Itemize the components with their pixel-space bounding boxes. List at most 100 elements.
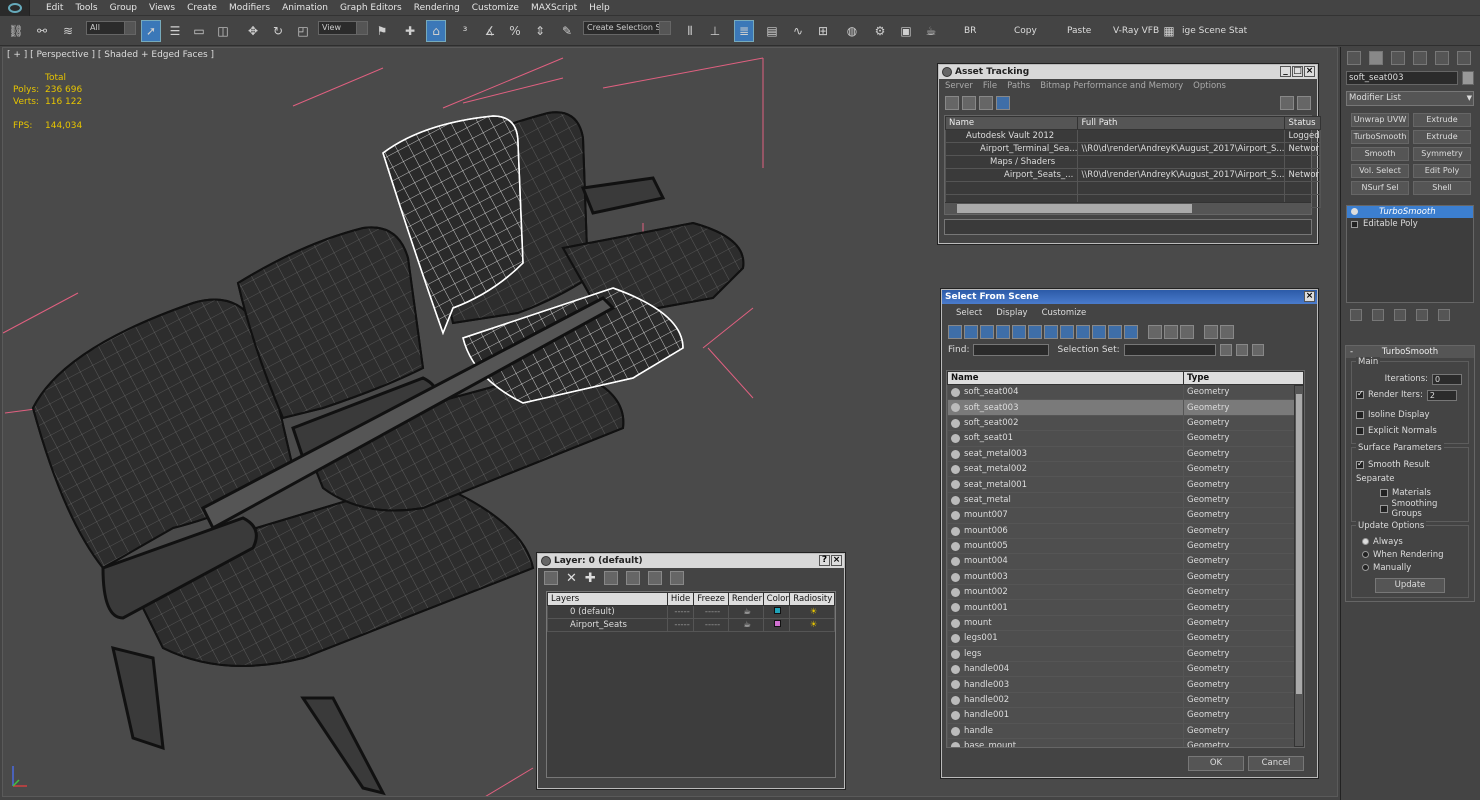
copy-button[interactable]: Copy xyxy=(1014,26,1037,36)
object-row[interactable]: handle002 Geometry xyxy=(947,691,1304,709)
layer-radiosity-cell[interactable]: ☀ xyxy=(789,618,835,632)
render-production-icon[interactable]: ☕ xyxy=(921,20,941,42)
rotate-icon[interactable]: ↻ xyxy=(268,20,288,42)
menu-edit[interactable]: Edit xyxy=(40,2,69,14)
make-unique-icon[interactable] xyxy=(1394,309,1406,321)
layer-col-render[interactable]: Render xyxy=(727,592,764,606)
layer-hide[interactable]: ----- xyxy=(666,618,695,632)
selection-filter-dropdown[interactable]: All xyxy=(86,21,136,35)
modifier-button-symmetry[interactable]: Symmetry xyxy=(1413,147,1471,161)
show-end-result-icon[interactable] xyxy=(1372,309,1384,321)
groups-filter-icon[interactable] xyxy=(1044,325,1058,339)
col-status[interactable]: Status xyxy=(1284,116,1321,130)
material-editor-icon[interactable]: ◍ xyxy=(842,20,862,42)
menu-customize[interactable]: Customize xyxy=(466,2,525,14)
window-crossing-icon[interactable]: ◫ xyxy=(213,20,233,42)
highlight-layer-icon[interactable] xyxy=(625,571,640,585)
spinner-snap-icon[interactable]: ⇕ xyxy=(530,20,550,42)
object-row[interactable]: legs Geometry xyxy=(947,645,1304,663)
asset-row[interactable]: Maps / Shaders xyxy=(944,155,1321,169)
object-row[interactable]: mount Geometry xyxy=(947,614,1304,632)
at-menu-server[interactable]: Server xyxy=(945,79,973,93)
sfs-menu-select[interactable]: Select xyxy=(956,304,982,322)
app-logo[interactable] xyxy=(0,0,30,16)
menu-group[interactable]: Group xyxy=(104,2,143,14)
layer-row[interactable]: Airport_Seats ----- ----- ☕ ☀ xyxy=(547,618,835,632)
spacewarps-filter-icon[interactable] xyxy=(1028,325,1042,339)
lights-filter-icon[interactable] xyxy=(980,325,994,339)
sfs-menu-customize[interactable]: Customize xyxy=(1042,304,1087,322)
render-scene-icon[interactable]: ▦ xyxy=(1162,20,1176,42)
select-by-name-icon[interactable]: ☰ xyxy=(165,20,185,42)
layer-col-layers[interactable]: Layers xyxy=(547,592,668,606)
snaps-toggle-icon[interactable]: ³ xyxy=(455,20,475,42)
reference-coord-dropdown[interactable]: View xyxy=(318,21,368,35)
xrefs-filter-icon[interactable] xyxy=(1060,325,1074,339)
minimize-button[interactable]: _ xyxy=(1280,66,1291,77)
menu-views[interactable]: Views xyxy=(143,2,181,14)
select-from-scene-window[interactable]: Select From Scene × Select Display Customi… xyxy=(941,289,1318,778)
layer-render-cell[interactable]: ☕ xyxy=(727,618,764,632)
frozen-filter-icon[interactable] xyxy=(1108,325,1122,339)
always-radio[interactable] xyxy=(1362,538,1369,545)
sfs-object-list[interactable]: Name Type soft_seat004 Geometry soft_seat0… xyxy=(946,370,1305,748)
menu-rendering[interactable]: Rendering xyxy=(408,2,466,14)
object-row[interactable]: soft_seat004 Geometry xyxy=(947,383,1304,401)
smooth-result-checkbox[interactable] xyxy=(1356,459,1364,469)
named-selection-sets[interactable]: Create Selection Se xyxy=(583,21,671,35)
remove-modifier-icon[interactable] xyxy=(1416,309,1428,321)
help-button[interactable]: ? xyxy=(819,555,830,566)
layer-freeze[interactable]: ----- xyxy=(693,618,729,632)
pivot-center-icon[interactable]: ⚑ xyxy=(372,20,392,42)
object-row[interactable]: handle001 Geometry xyxy=(947,707,1304,724)
layer-manager-titlebar[interactable]: Layer: 0 (default) ? × xyxy=(538,554,844,568)
modifier-button-smooth[interactable]: Smooth xyxy=(1351,147,1409,161)
move-icon[interactable]: ✥ xyxy=(243,20,263,42)
expand-icon[interactable] xyxy=(1351,221,1358,228)
hierarchy-tab-icon[interactable] xyxy=(1391,51,1405,65)
selection-set-dropdown[interactable] xyxy=(1123,344,1216,356)
rendered-frame-icon[interactable]: ▣ xyxy=(896,20,916,42)
thumbnail-icon[interactable] xyxy=(979,96,993,110)
modifier-button-nsurf-sel[interactable]: NSurf Sel xyxy=(1351,181,1409,195)
edit-named-sel-icon[interactable]: ✎ xyxy=(557,20,577,42)
layer-color-swatch[interactable] xyxy=(774,620,782,627)
asset-tracking-titlebar[interactable]: Asset Tracking _ □ × xyxy=(939,65,1317,79)
iterations-spinner[interactable]: 0 xyxy=(1432,373,1462,385)
smoothing-groups-checkbox[interactable] xyxy=(1380,505,1388,513)
create-tab-icon[interactable] xyxy=(1347,51,1361,65)
modifier-button-turbosmooth[interactable]: TurboSmooth xyxy=(1351,130,1409,144)
when-rendering-radio[interactable] xyxy=(1362,551,1369,558)
layer-render-cell[interactable]: ☕ xyxy=(727,605,764,619)
col-name[interactable]: Name xyxy=(947,371,1184,385)
motion-tab-icon[interactable] xyxy=(1413,51,1427,65)
graphite-icon[interactable]: ▤ xyxy=(762,20,782,42)
select-object-icon[interactable]: ➚ xyxy=(141,20,161,42)
perspective-viewport[interactable]: [ + ] [ Perspective ] [ Shaded + Edged F… xyxy=(2,47,1338,797)
display-none-icon[interactable] xyxy=(1164,325,1178,339)
schematic-view-icon[interactable]: ⊞ xyxy=(813,20,833,42)
update-button[interactable]: Update xyxy=(1375,578,1445,593)
pin-icon[interactable] xyxy=(1297,96,1311,110)
close-button[interactable]: × xyxy=(1304,66,1315,77)
layer-list[interactable]: Layers Hide Freeze Render Color Radiosity 0 (… xyxy=(546,591,836,778)
object-row[interactable]: handle003 Geometry xyxy=(947,676,1304,693)
object-row[interactable]: mount004 Geometry xyxy=(947,553,1304,570)
shapes-filter-icon[interactable] xyxy=(964,325,978,339)
select-from-scene-titlebar[interactable]: Select From Scene × xyxy=(942,290,1317,304)
modifier-stack[interactable]: TurboSmooth Editable Poly xyxy=(1346,205,1474,303)
object-row[interactable]: mount006 Geometry xyxy=(947,522,1304,539)
mirror-icon[interactable]: ⫴ xyxy=(680,20,700,42)
layer-radiosity-cell[interactable]: ☀ xyxy=(789,605,835,619)
asset-tracking-window[interactable]: Asset Tracking _ □ × Server File Paths Bitmap… xyxy=(938,64,1321,244)
display-all-icon[interactable] xyxy=(1148,325,1162,339)
cameras-filter-icon[interactable] xyxy=(996,325,1010,339)
object-row[interactable]: mount002 Geometry xyxy=(947,584,1304,601)
table-view-icon[interactable] xyxy=(996,96,1010,110)
containers-filter-icon[interactable] xyxy=(1092,325,1106,339)
layer-color-swatch[interactable] xyxy=(774,607,782,614)
isoline-checkbox[interactable] xyxy=(1356,411,1364,419)
curve-editor-icon[interactable]: ∿ xyxy=(788,20,808,42)
modifier-button-extrude[interactable]: Extrude xyxy=(1413,130,1471,144)
menu-create[interactable]: Create xyxy=(181,2,223,14)
